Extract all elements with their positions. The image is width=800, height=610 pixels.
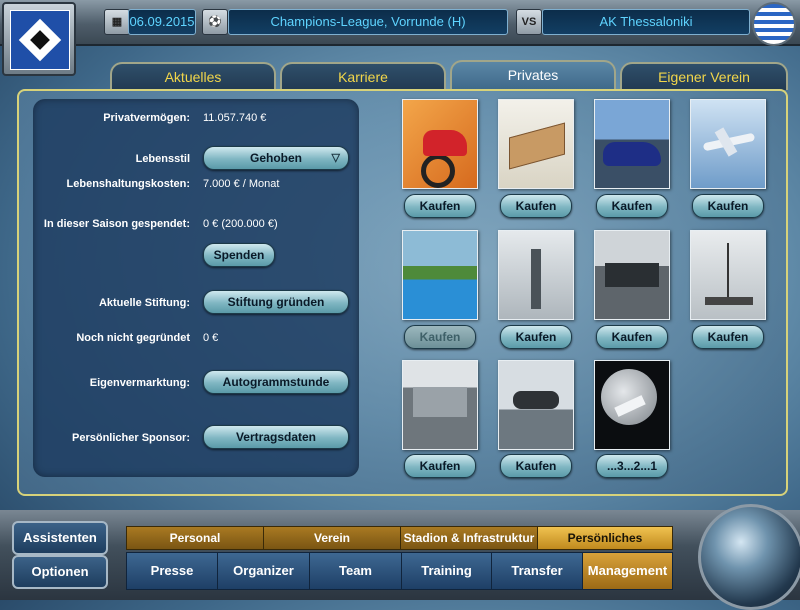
match-info-icon[interactable]: ⚽ bbox=[202, 9, 228, 35]
kaufen-button-pool-villa-disabled: Kaufen bbox=[404, 325, 476, 349]
menu-stadion[interactable]: Stadion & Infrastruktur bbox=[400, 526, 538, 550]
main-tabs: Aktuelles Karriere Privates Eigener Vere… bbox=[108, 60, 788, 90]
menu-verein[interactable]: Verein bbox=[263, 526, 401, 550]
kaufen-button-chalet[interactable]: Kaufen bbox=[596, 325, 668, 349]
kaufen-button-airplane[interactable]: Kaufen bbox=[692, 194, 764, 218]
menu-personal[interactable]: Personal bbox=[126, 526, 264, 550]
kaufen-button-sailboat[interactable]: Kaufen bbox=[692, 325, 764, 349]
spenden-button[interactable]: Spenden bbox=[203, 243, 275, 267]
tab-aktuelles[interactable]: Aktuelles bbox=[110, 62, 276, 90]
competition-display: Champions-League, Vorrunde (H) bbox=[228, 9, 508, 35]
date-display: 06.09.2015 bbox=[128, 9, 196, 35]
menu-persoenliches[interactable]: Persönliches bbox=[537, 526, 673, 550]
privatvermoegen-value: 11.057.740 € bbox=[203, 112, 267, 124]
statue-of-liberty-icon[interactable] bbox=[498, 230, 574, 320]
sponsor-label: Persönlicher Sponsor: bbox=[72, 432, 190, 444]
football-continue-icon[interactable] bbox=[698, 504, 800, 610]
kaufen-button-car[interactable]: Kaufen bbox=[596, 194, 668, 218]
car-icon[interactable] bbox=[594, 99, 670, 189]
nicht-gegruendet-label: Noch nicht gegründet bbox=[76, 332, 190, 344]
space-shuttle-icon[interactable] bbox=[594, 360, 670, 450]
calendar-icon[interactable]: ▦ bbox=[104, 9, 130, 35]
airplane-icon[interactable] bbox=[690, 99, 766, 189]
kaufen-button-book[interactable]: Kaufen bbox=[500, 194, 572, 218]
lebensstil-value: Gehoben bbox=[249, 151, 302, 165]
menu-team[interactable]: Team bbox=[309, 552, 402, 590]
club-logo bbox=[10, 10, 70, 70]
countdown-button[interactable]: ...3...2...1 bbox=[596, 454, 668, 478]
vertragsdaten-button[interactable]: Vertragsdaten bbox=[203, 425, 349, 449]
lebensstil-label: Lebensstil bbox=[135, 153, 190, 165]
sailboat-icon[interactable] bbox=[690, 230, 766, 320]
tab-karriere[interactable]: Karriere bbox=[280, 62, 446, 90]
nicht-gegruendet-value: 0 € bbox=[203, 332, 219, 344]
menu-organizer[interactable]: Organizer bbox=[217, 552, 310, 590]
kaufen-button-motorcycle[interactable]: Kaufen bbox=[404, 194, 476, 218]
chalet-icon[interactable] bbox=[594, 230, 670, 320]
mansion-icon[interactable] bbox=[402, 360, 478, 450]
privatvermoegen-label: Privatvermögen: bbox=[103, 112, 190, 124]
assistenten-button[interactable]: Assistenten bbox=[12, 521, 108, 555]
pool-villa-icon bbox=[402, 230, 478, 320]
chevron-down-icon: ▽ bbox=[331, 152, 340, 164]
top-bar: ▦ 06.09.2015 ⚽ Champions-League, Vorrund… bbox=[0, 0, 800, 46]
opponent-display: AK Thessaloniki bbox=[542, 9, 750, 35]
saison-gespendet-value: 0 € (200.000 €) bbox=[203, 218, 278, 230]
kaufen-button-statue[interactable]: Kaufen bbox=[500, 325, 572, 349]
greece-flag-icon bbox=[752, 2, 796, 46]
lebenshaltung-value: 7.000 € / Monat bbox=[203, 178, 280, 190]
palm-island-icon[interactable] bbox=[498, 360, 574, 450]
menu-training[interactable]: Training bbox=[401, 552, 492, 590]
menu-transfer[interactable]: Transfer bbox=[491, 552, 583, 590]
eigenvermarktung-label: Eigenvermarktung: bbox=[89, 377, 190, 389]
saison-gespendet-label: In dieser Saison gespendet: bbox=[43, 218, 190, 230]
club-logo-frame[interactable] bbox=[2, 2, 76, 76]
stiftung-label: Aktuelle Stiftung: bbox=[98, 297, 190, 309]
kaufen-button-palm-island[interactable]: Kaufen bbox=[500, 454, 572, 478]
autogrammstunde-button[interactable]: Autogrammstunde bbox=[203, 370, 349, 394]
menu-presse[interactable]: Presse bbox=[126, 552, 218, 590]
lebenshaltung-label: Lebenshaltungskosten: bbox=[66, 178, 190, 190]
tab-eigener-verein[interactable]: Eigener Verein bbox=[620, 62, 788, 90]
tab-privates[interactable]: Privates bbox=[450, 60, 616, 90]
motorcycle-icon[interactable] bbox=[402, 99, 478, 189]
menu-management[interactable]: Management bbox=[582, 552, 673, 590]
stiftung-gruenden-button[interactable]: Stiftung gründen bbox=[203, 290, 349, 314]
book-icon[interactable] bbox=[498, 99, 574, 189]
kaufen-button-mansion[interactable]: Kaufen bbox=[404, 454, 476, 478]
vs-icon: VS bbox=[516, 9, 542, 35]
optionen-button[interactable]: Optionen bbox=[12, 555, 108, 589]
lebensstil-dropdown[interactable]: Gehoben ▽ bbox=[203, 146, 349, 170]
